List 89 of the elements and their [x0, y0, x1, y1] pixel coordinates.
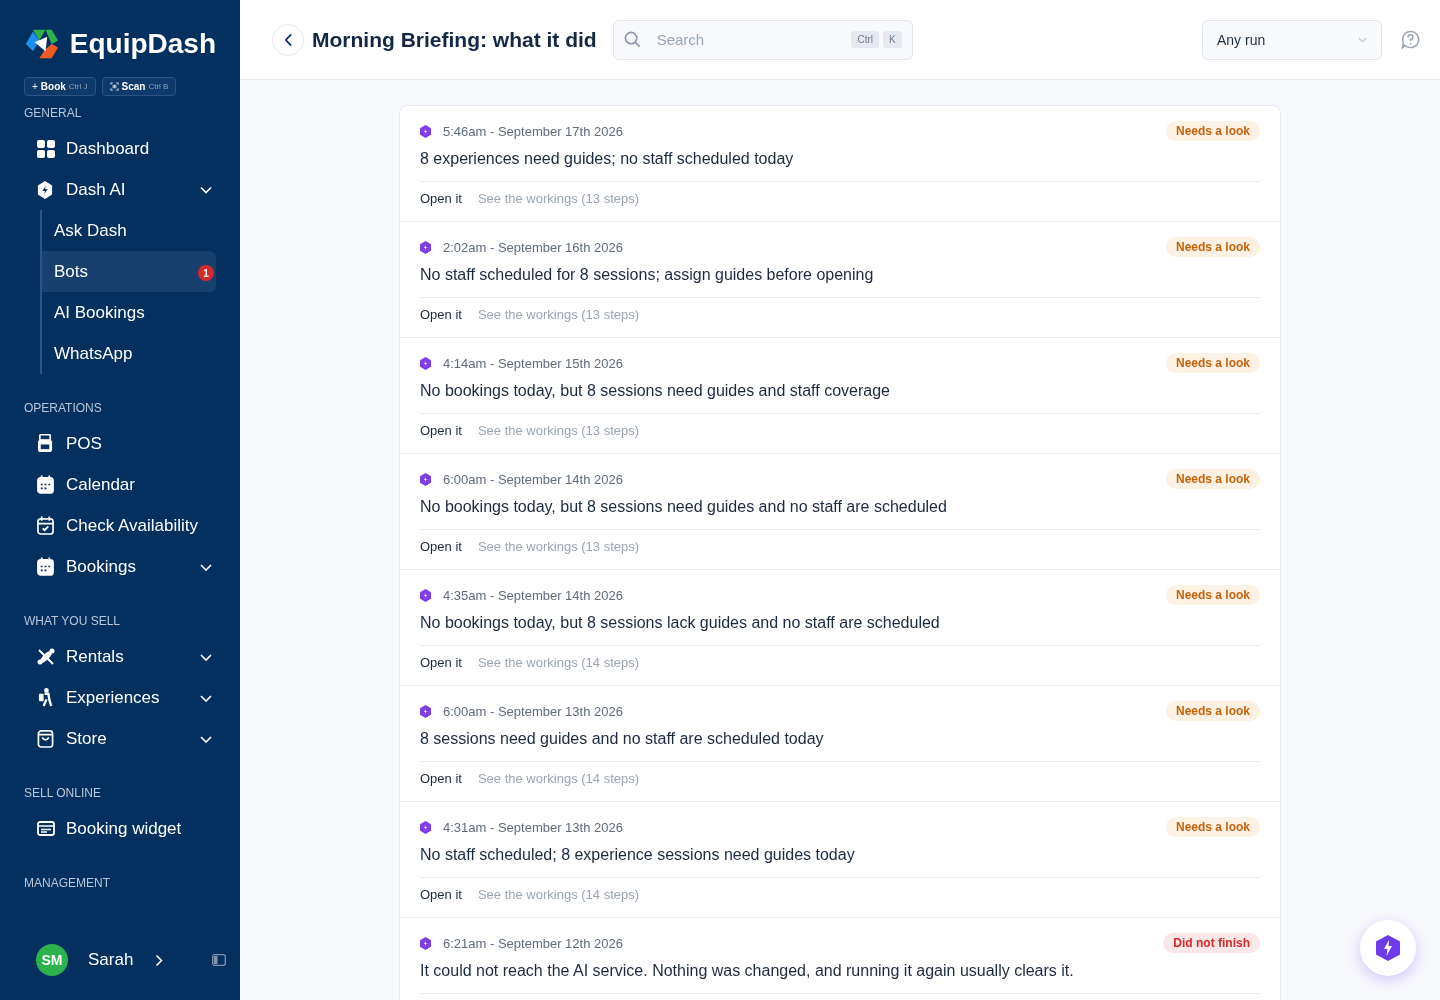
nav-item[interactable]: Dash AI: [24, 169, 216, 210]
book-button[interactable]: + Book Ctrl J: [24, 77, 96, 96]
person-icon: [37, 688, 54, 707]
brand-name: EquipDash: [69, 28, 216, 60]
run-summary: No staff scheduled for 8 sessions; assign guides before opening: [420, 266, 1260, 298]
scan-button[interactable]: Scan Ctrl B: [101, 77, 177, 96]
nav-subitem[interactable]: Ask Dash: [42, 210, 216, 251]
nav-item[interactable]: Bookings: [24, 546, 216, 587]
status-badge: Needs a look: [1165, 585, 1260, 605]
register-icon: [37, 434, 54, 453]
open-link[interactable]: Open it: [420, 191, 462, 206]
run-time: 6:00am - September 14th 2026: [443, 471, 624, 487]
open-link[interactable]: Open it: [420, 887, 462, 902]
hexagon-bolt-icon: [420, 124, 431, 138]
count-badge: 1: [198, 265, 214, 281]
run-summary: No bookings today, but 8 sessions need guides and staff coverage: [420, 382, 1260, 414]
chevron-left-icon: [283, 32, 293, 47]
nav-item[interactable]: Check Availability: [24, 505, 216, 546]
nav-subitem[interactable]: Bots 1: [42, 251, 216, 292]
key-hint: Ctrl: [851, 31, 879, 48]
section-heading: OPERATIONS: [24, 401, 103, 415]
hexagon-bolt-icon: [420, 704, 431, 718]
paddle-icon: [37, 647, 55, 666]
nav-item[interactable]: Experiences: [24, 677, 216, 718]
hexagon-bolt-icon: [420, 820, 431, 834]
calendar-check-icon: [37, 516, 54, 535]
open-link[interactable]: Open it: [420, 655, 462, 670]
nav-item[interactable]: POS: [24, 423, 216, 464]
run-time: 6:21am - September 12th 2026: [443, 935, 624, 951]
status-badge: Did not finish: [1163, 933, 1260, 953]
open-link[interactable]: Open it: [420, 423, 462, 438]
run-summary: No bookings today, but 8 sessions need guides and no staff are scheduled: [420, 498, 1260, 530]
grid-icon: [37, 139, 55, 158]
nav-item[interactable]: Calendar: [24, 464, 216, 505]
assistant-button[interactable]: [1360, 920, 1416, 976]
run-summary: 8 sessions need guides and no staff are scheduled today: [420, 730, 1260, 762]
section-heading: MANAGEMENT: [24, 876, 111, 890]
user-name[interactable]: Sarah: [88, 950, 134, 970]
run-summary: No staff scheduled; 8 experience sessions need guides today: [420, 846, 1260, 878]
key-hint: K: [882, 31, 902, 48]
nav-subitem[interactable]: WhatsApp: [42, 333, 216, 374]
run-time: 6:00am - September 13th 2026: [443, 703, 624, 719]
run-time: 4:31am - September 13th 2026: [443, 819, 624, 835]
search-box[interactable]: Search Ctrl K: [612, 19, 913, 60]
search-icon: [623, 31, 641, 48]
run-filter-dropdown[interactable]: Any run: [1202, 19, 1382, 60]
status-badge: Needs a look: [1165, 121, 1260, 141]
section-heading: SELL ONLINE: [24, 786, 102, 800]
nav-subitem[interactable]: AI Bookings: [42, 292, 216, 333]
open-link[interactable]: Open it: [420, 771, 462, 786]
run-time: 2:02am - September 16th 2026: [443, 239, 624, 255]
run-summary: 8 experiences need guides; no staff scheduled today: [420, 150, 1260, 182]
scan-icon: [109, 82, 119, 91]
status-badge: Needs a look: [1165, 469, 1260, 489]
nav-item[interactable]: Booking widget: [24, 808, 216, 849]
hexagon-bolt-icon: [420, 240, 431, 254]
hexagon-bolt-icon: [420, 356, 431, 370]
hexagon-bolt-icon: [420, 936, 431, 950]
run-time: 4:14am - September 15th 2026: [443, 355, 624, 371]
run-summary: It could not reach the AI service. Nothing was changed, and running it again usually clears it.: [420, 962, 1260, 994]
nav-item[interactable]: Rentals: [24, 636, 216, 677]
logo-icon: [24, 27, 60, 61]
back-button[interactable]: [272, 23, 304, 56]
nav-item[interactable]: Store: [24, 718, 216, 759]
section-heading: GENERAL: [24, 106, 83, 120]
hexagon-bolt-icon: [37, 180, 53, 199]
hexagon-bolt-icon: [1376, 935, 1400, 961]
open-link[interactable]: Open it: [420, 307, 462, 322]
run-summary: No bookings today, but 8 sessions lack guides and no staff are scheduled: [420, 614, 1260, 646]
sidebar-toggle-icon[interactable]: [212, 954, 226, 966]
status-badge: Needs a look: [1165, 701, 1260, 721]
open-link[interactable]: Open it: [420, 539, 462, 554]
status-badge: Needs a look: [1165, 237, 1260, 257]
bag-icon: [37, 729, 54, 748]
calendar-icon: [37, 475, 54, 494]
section-heading: WHAT YOU SELL: [24, 614, 122, 628]
chevron-right-icon[interactable]: [155, 953, 164, 967]
nav-item[interactable]: Dashboard: [24, 128, 216, 169]
status-badge: Needs a look: [1165, 817, 1260, 837]
run-time: 5:46am - September 17th 2026: [443, 123, 624, 139]
run-time: 4:35am - September 14th 2026: [443, 587, 624, 603]
window-icon: [37, 820, 55, 837]
search-field[interactable]: Search: [654, 30, 848, 49]
hexagon-bolt-icon: [420, 472, 431, 486]
chevron-down-icon: [1358, 36, 1367, 43]
hexagon-bolt-icon: [420, 588, 431, 602]
status-badge: Needs a look: [1165, 353, 1260, 373]
page-title: Morning Briefing: what it did: [312, 27, 597, 52]
calendar-icon: [37, 557, 54, 576]
